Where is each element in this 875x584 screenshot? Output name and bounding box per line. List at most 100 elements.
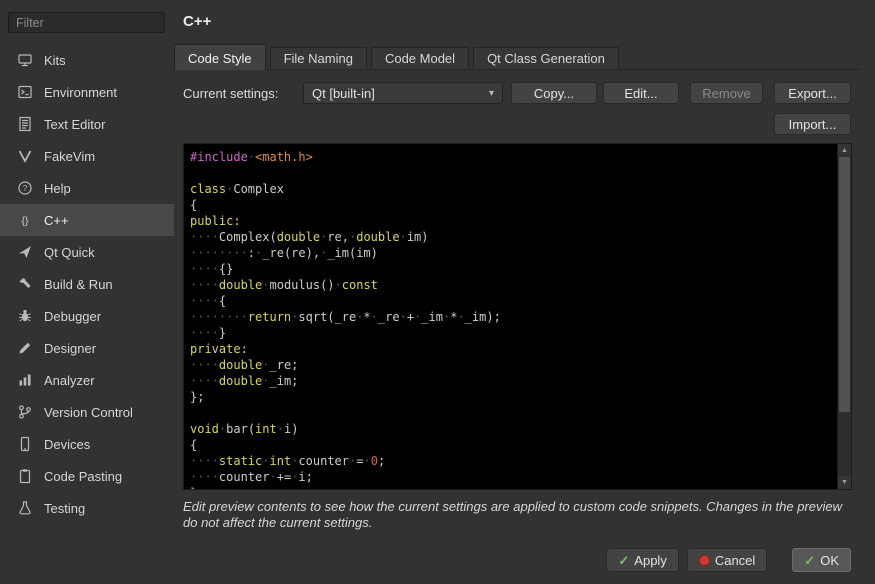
sidebar-item-label: Kits xyxy=(44,53,66,68)
current-settings-dropdown[interactable]: Qt [built-in] ▾ xyxy=(303,82,503,104)
tab-bar: Code StyleFile NamingCode ModelQt Class … xyxy=(174,45,860,70)
testing-icon xyxy=(17,500,33,516)
code-line: ····double·_im; xyxy=(190,373,837,389)
version-control-icon xyxy=(17,404,33,420)
sidebar-item-environment[interactable]: Environment xyxy=(0,76,174,108)
check-icon: ✓ xyxy=(804,554,815,567)
build-run-icon xyxy=(17,276,33,292)
svg-text:?: ? xyxy=(23,183,28,193)
chevron-down-icon: ▾ xyxy=(489,88,494,99)
code-line: ····double·modulus()·const xyxy=(190,277,837,293)
code-line: ····counter·+=·i; xyxy=(190,469,837,485)
sidebar-item-testing[interactable]: Testing xyxy=(0,492,174,524)
remove-button: Remove xyxy=(690,82,763,104)
scrollbar-handle[interactable] xyxy=(839,157,850,412)
sidebar-item-devices[interactable]: Devices xyxy=(0,428,174,460)
code-line: { xyxy=(190,437,837,453)
import-button[interactable]: Import... xyxy=(774,113,851,135)
designer-icon xyxy=(17,340,33,356)
sidebar-item-label: Devices xyxy=(44,437,90,452)
sidebar-item-help[interactable]: ? Help xyxy=(0,172,174,204)
tab-code-model[interactable]: Code Model xyxy=(371,47,469,69)
tab-code-style[interactable]: Code Style xyxy=(174,44,266,70)
sidebar-item-label: Version Control xyxy=(44,405,133,420)
code-preview-content[interactable]: #include·<math.h> class·Complex{public:·… xyxy=(184,144,837,489)
sidebar: Kits Environment Text Editor FakeVim? Help {}… xyxy=(0,0,174,584)
copy-button[interactable]: Copy... xyxy=(511,82,597,104)
ok-button[interactable]: ✓ OK xyxy=(792,548,851,572)
code-line: ····double·_re; xyxy=(190,357,837,373)
qt-quick-icon xyxy=(17,244,33,260)
sidebar-item-label: C++ xyxy=(44,213,69,228)
text-editor-icon xyxy=(17,116,33,132)
code-line: ····static·int·counter·=·0; xyxy=(190,453,837,469)
sidebar-item-label: Code Pasting xyxy=(44,469,122,484)
cancel-button-label: Cancel xyxy=(715,553,755,568)
code-line: public: xyxy=(190,213,837,229)
sidebar-item-build-run[interactable]: Build & Run xyxy=(0,268,174,300)
sidebar-item-text-editor[interactable]: Text Editor xyxy=(0,108,174,140)
sidebar-item-c[interactable]: {} C++ xyxy=(0,204,174,236)
cancel-icon xyxy=(699,555,710,566)
sidebar-item-code-pasting[interactable]: Code Pasting xyxy=(0,460,174,492)
code-preview[interactable]: #include·<math.h> class·Complex{public:·… xyxy=(183,143,852,490)
tab-file-naming[interactable]: File Naming xyxy=(270,47,367,69)
sidebar-item-kits[interactable]: Kits xyxy=(0,44,174,76)
sidebar-item-label: Qt Quick xyxy=(44,245,95,260)
sidebar-item-label: FakeVim xyxy=(44,149,95,164)
debugger-icon xyxy=(17,308,33,324)
code-line xyxy=(190,165,837,181)
vertical-scrollbar[interactable]: ▲ ▼ xyxy=(837,144,851,489)
code-line: #include·<math.h> xyxy=(190,149,837,165)
fakevim-icon xyxy=(17,148,33,164)
filter-input[interactable] xyxy=(8,12,165,33)
current-settings-label: Current settings: xyxy=(183,86,278,101)
code-line: ········return·sqrt(_re·*·_re·+·_im·*·_i… xyxy=(190,309,837,325)
dropdown-value: Qt [built-in] xyxy=(312,86,375,101)
sidebar-item-analyzer[interactable]: Analyzer xyxy=(0,364,174,396)
code-pasting-icon xyxy=(17,468,33,484)
preview-note: Edit preview contents to see how the cur… xyxy=(183,499,843,531)
code-line: ····} xyxy=(190,325,837,341)
sidebar-item-label: Testing xyxy=(44,501,85,516)
main-panel: C++ Code StyleFile NamingCode ModelQt Cl… xyxy=(174,0,875,584)
sidebar-item-label: Build & Run xyxy=(44,277,113,292)
page-title: C++ xyxy=(183,13,211,30)
svg-text:{}: {} xyxy=(21,215,29,227)
check-icon: ✓ xyxy=(618,554,629,567)
sidebar-list: Kits Environment Text Editor FakeVim? Help {}… xyxy=(0,44,174,524)
code-line: void·bar(int·i) xyxy=(190,421,837,437)
cancel-button[interactable]: Cancel xyxy=(687,548,767,572)
sidebar-item-label: Debugger xyxy=(44,309,101,324)
code-line: }; xyxy=(190,389,837,405)
code-line: } xyxy=(190,485,837,489)
code-line: ····{} xyxy=(190,261,837,277)
environment-icon xyxy=(17,84,33,100)
sidebar-item-debugger[interactable]: Debugger xyxy=(0,300,174,332)
settings-row: Current settings: Qt [built-in] ▾ Copy..… xyxy=(183,82,852,104)
code-line: class·Complex xyxy=(190,181,837,197)
edit-button[interactable]: Edit... xyxy=(603,82,679,104)
apply-button[interactable]: ✓ Apply xyxy=(606,548,678,572)
sidebar-item-label: Environment xyxy=(44,85,117,100)
ok-button-label: OK xyxy=(820,553,839,568)
sidebar-item-version-control[interactable]: Version Control xyxy=(0,396,174,428)
devices-icon xyxy=(17,436,33,452)
help-icon: ? xyxy=(17,180,33,196)
sidebar-item-label: Text Editor xyxy=(44,117,105,132)
code-line: private: xyxy=(190,341,837,357)
sidebar-item-label: Help xyxy=(44,181,71,196)
scroll-up-icon[interactable]: ▲ xyxy=(838,144,851,157)
tab-qt-class-generation[interactable]: Qt Class Generation xyxy=(473,47,619,69)
code-line: ····{ xyxy=(190,293,837,309)
sidebar-item-fakevim[interactable]: FakeVim xyxy=(0,140,174,172)
code-line: { xyxy=(190,197,837,213)
sidebar-item-designer[interactable]: Designer xyxy=(0,332,174,364)
sidebar-item-qt-quick[interactable]: Qt Quick xyxy=(0,236,174,268)
code-line xyxy=(190,405,837,421)
code-line: ········:·_re(re),·_im(im) xyxy=(190,245,837,261)
scroll-down-icon[interactable]: ▼ xyxy=(838,476,851,489)
sidebar-item-label: Designer xyxy=(44,341,96,356)
export-button[interactable]: Export... xyxy=(774,82,851,104)
apply-button-label: Apply xyxy=(634,553,667,568)
